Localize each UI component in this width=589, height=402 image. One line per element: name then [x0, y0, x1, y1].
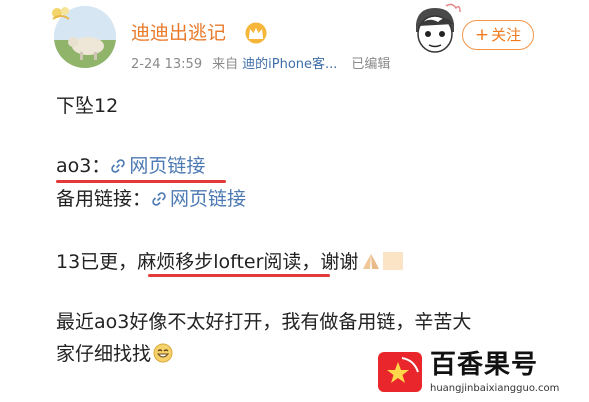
post-text-line5: 最近ao3好像不太好打开，我有做备用链，辛苦大	[56, 311, 472, 333]
ao3-web-link[interactable]: 网页链接	[110, 155, 205, 177]
watermark-title: 百香果号	[430, 350, 539, 380]
ao3-link-text: 网页链接	[129, 155, 206, 177]
grin-emoji	[153, 343, 173, 363]
highlight-underline	[148, 274, 330, 277]
backup-web-link[interactable]: 网页链接	[151, 188, 246, 210]
post-date: 2-24 13:59	[131, 57, 203, 72]
crown-icon	[245, 22, 267, 44]
follow-button[interactable]: + 关注	[462, 20, 534, 50]
post-text-line6: 家仔细找找	[56, 343, 173, 364]
highlight-underline	[56, 180, 226, 183]
follow-plus-icon: +	[474, 25, 490, 45]
skin-tone-emoji	[383, 252, 404, 270]
device-link[interactable]: 迪的iPhone客...	[242, 57, 337, 72]
post-meta: 2-24 13:59 来自 迪的iPhone客... 已编辑	[131, 58, 400, 71]
backup-line: 备用链接： 网页链接	[56, 190, 246, 209]
watermark-url: huangjinbaixiangguo.com	[430, 383, 560, 394]
update-line: 13已更，麻烦移步lofter阅读，谢谢	[56, 251, 404, 272]
source-prefix: 来自	[212, 57, 239, 72]
link-icon	[111, 159, 126, 173]
ao3-line: ao3： 网页链接	[56, 157, 205, 176]
post-text-line6-text: 家仔细找找	[56, 343, 152, 365]
flower-decoration-icon	[52, 7, 70, 20]
post-text-line1: 下坠12	[56, 95, 119, 117]
follow-label: 关注	[491, 26, 522, 44]
backup-link-text: 网页链接	[170, 188, 247, 210]
praying-hands-emoji	[363, 254, 380, 269]
update-suffix: ，谢谢	[301, 251, 359, 273]
username[interactable]: 迪迪出逃记	[131, 24, 226, 43]
cartoon-sticker-icon	[416, 3, 461, 53]
update-prefix: 13已更，	[56, 251, 138, 273]
edited-label[interactable]: 已编辑	[351, 57, 390, 72]
backup-label: 备用链接：	[56, 188, 152, 210]
star-logo-icon	[378, 352, 422, 392]
link-icon	[152, 192, 166, 206]
ao3-label: ao3：	[56, 155, 111, 177]
lofter-note: 麻烦移步lofter阅读	[137, 251, 302, 273]
